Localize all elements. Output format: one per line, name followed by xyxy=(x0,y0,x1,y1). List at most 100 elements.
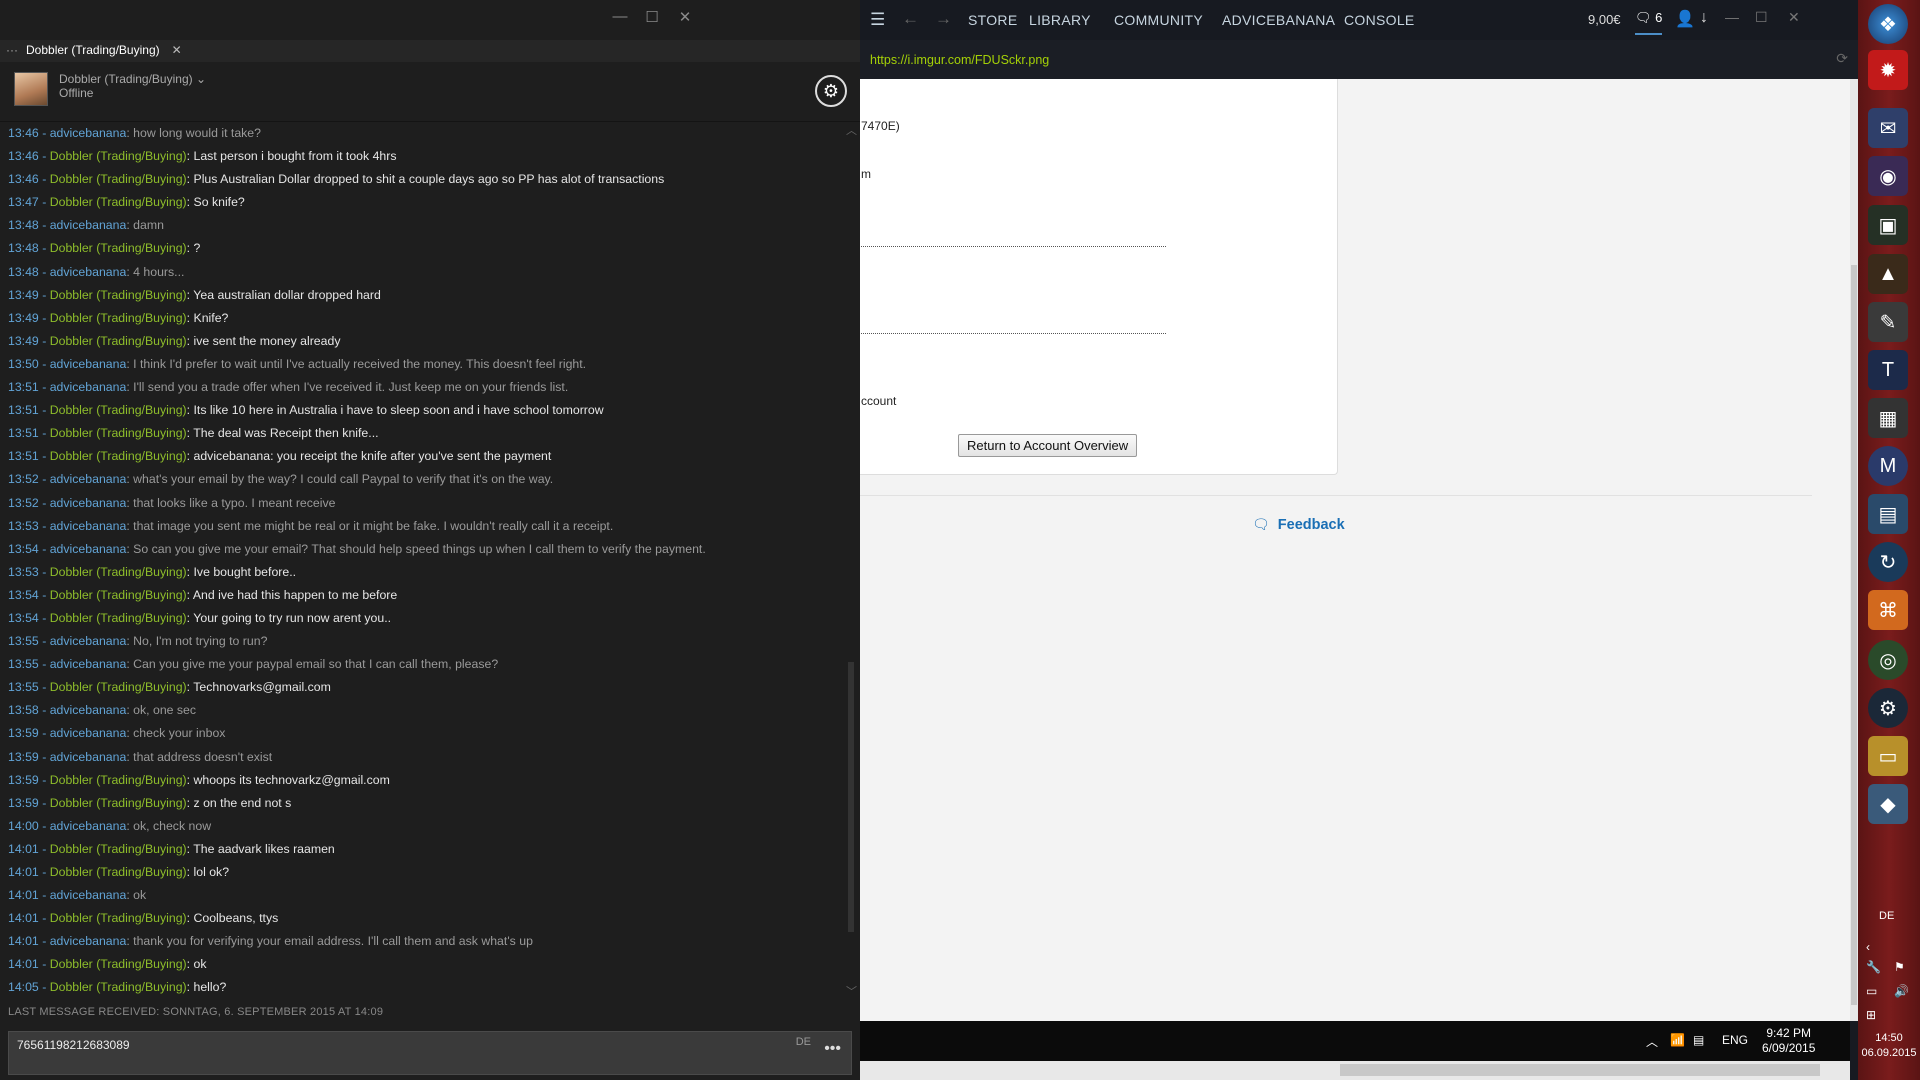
nav-library[interactable]: LIBRARY xyxy=(1029,12,1091,28)
friends-icon[interactable]: 👤 xyxy=(1675,9,1695,29)
settings-gear-icon[interactable]: ⚙ xyxy=(815,75,847,107)
terminal-icon[interactable]: ▣ xyxy=(1868,205,1908,245)
message-sender[interactable]: Dobbler (Trading/Buying) xyxy=(50,403,187,417)
message-sender[interactable]: advicebanana xyxy=(50,657,127,671)
file-explorer-icon[interactable]: ▭ xyxy=(1868,736,1908,776)
more-options-icon[interactable]: ••• xyxy=(824,1040,841,1058)
message-sender[interactable]: Dobbler (Trading/Buying) xyxy=(50,426,187,440)
keyboard-language[interactable]: DE xyxy=(1879,910,1894,922)
back-arrow-icon[interactable]: ← xyxy=(902,9,919,29)
sync-app-icon[interactable]: ↻ xyxy=(1868,542,1908,582)
chevron-down-icon[interactable]: ⌄ xyxy=(196,72,206,86)
maximize-icon[interactable]: ☐ xyxy=(637,8,667,26)
horizontal-scrollbar-thumb[interactable] xyxy=(1340,1064,1820,1076)
chat-input[interactable]: 76561198212683089 DE ••• xyxy=(8,1031,852,1075)
xampp-icon[interactable]: ⌘ xyxy=(1868,590,1908,630)
volume-icon[interactable]: 🔊 xyxy=(1894,984,1909,998)
minimize-icon[interactable]: — xyxy=(1725,9,1739,25)
steam-icon[interactable]: ⚙ xyxy=(1868,688,1908,728)
tray-expand-icon[interactable]: ‹ xyxy=(1866,940,1870,954)
message-sender[interactable]: advicebanana xyxy=(50,218,127,232)
message-sender[interactable]: advicebanana xyxy=(50,934,127,948)
tray-language[interactable]: ENG xyxy=(1722,1033,1748,1047)
message-sender[interactable]: advicebanana xyxy=(50,888,127,902)
message-sender[interactable]: Dobbler (Trading/Buying) xyxy=(50,241,187,255)
system-clock[interactable]: 14:50 06.09.2015 xyxy=(1858,1031,1920,1061)
wallet-balance[interactable]: 9,00€ xyxy=(1588,12,1621,27)
tex-icon[interactable]: T xyxy=(1868,350,1908,390)
notifications-button[interactable]: 🗨 6 xyxy=(1635,10,1663,35)
chat-tab[interactable]: ··· Dobbler (Trading/Buying) ✕ xyxy=(6,43,182,57)
mail-client-icon[interactable]: ✉ xyxy=(1868,108,1908,148)
flag-icon[interactable]: ⚑ xyxy=(1894,960,1905,974)
close-icon[interactable]: ✕ xyxy=(670,8,700,26)
downloads-icon[interactable]: ↓ xyxy=(1700,9,1708,27)
message-sender[interactable]: advicebanana xyxy=(50,726,127,740)
tab-menu-icon[interactable]: ··· xyxy=(6,43,18,57)
message-sender[interactable]: advicebanana xyxy=(50,819,127,833)
maximize-icon[interactable]: ☐ xyxy=(1755,9,1768,26)
message-sender[interactable]: Dobbler (Trading/Buying) xyxy=(50,680,187,694)
message-sender[interactable]: Dobbler (Trading/Buying) xyxy=(50,449,187,463)
action-center-icon[interactable]: ▤ xyxy=(1693,1033,1704,1047)
message-sender[interactable]: advicebanana xyxy=(50,472,127,486)
message-sender[interactable]: advicebanana xyxy=(50,265,127,279)
hamburger-menu-icon[interactable]: ☰ xyxy=(870,10,885,30)
message-sender[interactable]: advicebanana xyxy=(50,357,127,371)
scroll-down-icon[interactable]: ﹀ xyxy=(846,983,857,999)
message-sender[interactable]: Dobbler (Trading/Buying) xyxy=(50,288,187,302)
maple-icon[interactable]: M xyxy=(1868,446,1908,486)
feedback-link[interactable]: 🗨 Feedback xyxy=(1252,516,1345,533)
eraser-app-icon[interactable]: ◆ xyxy=(1868,784,1908,824)
message-sender[interactable]: Dobbler (Trading/Buying) xyxy=(50,565,187,579)
tray-expand-icon[interactable]: ︿ xyxy=(1646,1033,1658,1050)
windows-icon[interactable]: ⊞ xyxy=(1866,1008,1876,1022)
message-sender[interactable]: Dobbler (Trading/Buying) xyxy=(50,957,187,971)
message-sender[interactable]: Dobbler (Trading/Buying) xyxy=(50,796,187,810)
friend-name[interactable]: Dobbler (Trading/Buying) ⌄ xyxy=(59,72,206,86)
message-sender[interactable]: Dobbler (Trading/Buying) xyxy=(50,611,187,625)
nav-console[interactable]: CONSOLE xyxy=(1344,12,1415,28)
network-icon[interactable]: 📶 xyxy=(1670,1033,1685,1047)
message-sender[interactable]: Dobbler (Trading/Buying) xyxy=(50,334,187,348)
url-text[interactable]: https://i.imgur.com/FDUSckr.png xyxy=(870,53,1049,67)
close-icon[interactable]: ✕ xyxy=(1788,9,1800,26)
tray-clock[interactable]: 9:42 PM 6/09/2015 xyxy=(1762,1026,1815,1056)
message-sender[interactable]: advicebanana xyxy=(50,750,127,764)
chrome-icon[interactable]: ◎ xyxy=(1868,640,1908,680)
message-sender[interactable]: Dobbler (Trading/Buying) xyxy=(50,865,187,879)
chat-scrollbar-thumb[interactable] xyxy=(848,662,854,932)
message-sender[interactable]: Dobbler (Trading/Buying) xyxy=(50,149,187,163)
wrench-icon[interactable]: 🔧 xyxy=(1866,960,1881,974)
avatar[interactable] xyxy=(14,72,48,106)
message-sender[interactable]: advicebanana xyxy=(50,634,127,648)
notepad-icon[interactable]: ✎ xyxy=(1868,302,1908,342)
message-sender[interactable]: Dobbler (Trading/Buying) xyxy=(50,911,187,925)
display-icon[interactable]: ▭ xyxy=(1866,984,1877,998)
chat-input-value[interactable]: 76561198212683089 xyxy=(17,1038,130,1052)
grid-app-icon[interactable]: ▦ xyxy=(1868,398,1908,438)
forward-arrow-icon[interactable]: → xyxy=(935,9,952,29)
scroll-up-icon[interactable]: ︿ xyxy=(846,122,857,138)
message-sender[interactable]: advicebanana xyxy=(50,380,127,394)
message-sender[interactable]: advicebanana xyxy=(50,542,127,556)
reload-icon[interactable]: ⟳ xyxy=(1836,50,1848,67)
vlc-icon[interactable]: ▲ xyxy=(1868,254,1908,294)
message-sender[interactable]: Dobbler (Trading/Buying) xyxy=(50,311,187,325)
message-sender[interactable]: Dobbler (Trading/Buying) xyxy=(50,588,187,602)
url-bar[interactable]: https://i.imgur.com/FDUSckr.png ⟳ xyxy=(860,40,1858,79)
minimize-icon[interactable]: — xyxy=(605,8,635,25)
nav-store[interactable]: STORE xyxy=(968,12,1017,28)
firefox-icon[interactable]: ◉ xyxy=(1868,156,1908,196)
message-sender[interactable]: Dobbler (Trading/Buying) xyxy=(50,172,187,186)
message-sender[interactable]: advicebanana xyxy=(50,496,127,510)
message-sender[interactable]: Dobbler (Trading/Buying) xyxy=(50,980,187,994)
vertical-scrollbar-thumb[interactable] xyxy=(1851,265,1857,1005)
start-orb-icon[interactable]: ❖ xyxy=(1868,4,1908,44)
calculator-icon[interactable]: ▤ xyxy=(1868,494,1908,534)
nav-profile[interactable]: ADVICEBANANA xyxy=(1222,12,1335,28)
message-sender[interactable]: advicebanana xyxy=(50,703,127,717)
tab-close-icon[interactable]: ✕ xyxy=(172,43,182,57)
message-sender[interactable]: advicebanana xyxy=(50,126,127,140)
message-sender[interactable]: Dobbler (Trading/Buying) xyxy=(50,773,187,787)
